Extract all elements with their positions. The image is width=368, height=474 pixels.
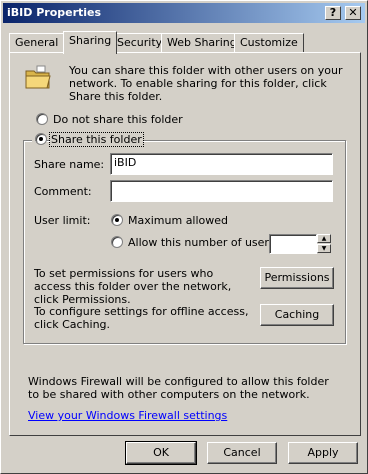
spin-down-icon[interactable]: ▼ — [317, 244, 331, 253]
permissions-text: To set permissions for users who access … — [34, 267, 232, 306]
tab-sharing[interactable]: Sharing — [63, 31, 118, 54]
window-title: iBID Properties — [7, 6, 102, 19]
help-button[interactable]: ? — [325, 6, 341, 20]
share-folder-radio[interactable] — [35, 133, 47, 145]
share-name-label: Share name: — [34, 158, 105, 171]
tab-customize[interactable]: Customize — [234, 33, 304, 52]
share-folder-label[interactable]: Share this folder — [49, 132, 144, 147]
firewall-settings-link[interactable]: View your Windows Firewall settings — [28, 409, 227, 422]
apply-button[interactable]: Apply — [288, 442, 358, 464]
comment-field[interactable] — [110, 180, 333, 202]
folder-icon — [25, 65, 51, 89]
caching-button[interactable]: Caching — [260, 304, 334, 326]
share-option: Share this folder — [32, 132, 144, 147]
ok-button[interactable]: OK — [125, 441, 197, 465]
share-name-field[interactable]: iBID — [110, 153, 333, 175]
tab-general[interactable]: General — [9, 33, 65, 52]
tab-web-sharing[interactable]: Web Sharing — [161, 33, 243, 52]
cancel-button[interactable]: Cancel — [207, 442, 277, 464]
close-button[interactable]: ✕ — [345, 6, 361, 20]
comment-label: Comment: — [34, 185, 92, 198]
do-not-share-radio[interactable] — [36, 113, 48, 125]
allow-number-label[interactable]: Allow this number of users: — [128, 236, 278, 249]
spin-up-icon[interactable]: ▲ — [317, 234, 331, 243]
properties-dialog: iBID Properties ? ✕ General Sharing Secu… — [0, 0, 368, 474]
user-limit-label: User limit: — [34, 214, 91, 227]
do-not-share-label[interactable]: Do not share this folder — [53, 113, 183, 126]
allow-number-radio[interactable] — [111, 236, 123, 248]
caching-text: To configure settings for offline access… — [34, 305, 249, 331]
user-count-field[interactable] — [269, 234, 317, 254]
permissions-button[interactable]: Permissions — [260, 267, 334, 289]
maximum-allowed-label[interactable]: Maximum allowed — [128, 214, 228, 227]
tab-security[interactable]: Security — [111, 33, 169, 52]
title-bar: iBID Properties ? ✕ — [3, 3, 365, 23]
firewall-text: Windows Firewall will be configured to a… — [28, 375, 329, 401]
maximum-allowed-radio[interactable] — [111, 214, 123, 226]
sharing-intro: You can share this folder with other use… — [69, 64, 343, 103]
